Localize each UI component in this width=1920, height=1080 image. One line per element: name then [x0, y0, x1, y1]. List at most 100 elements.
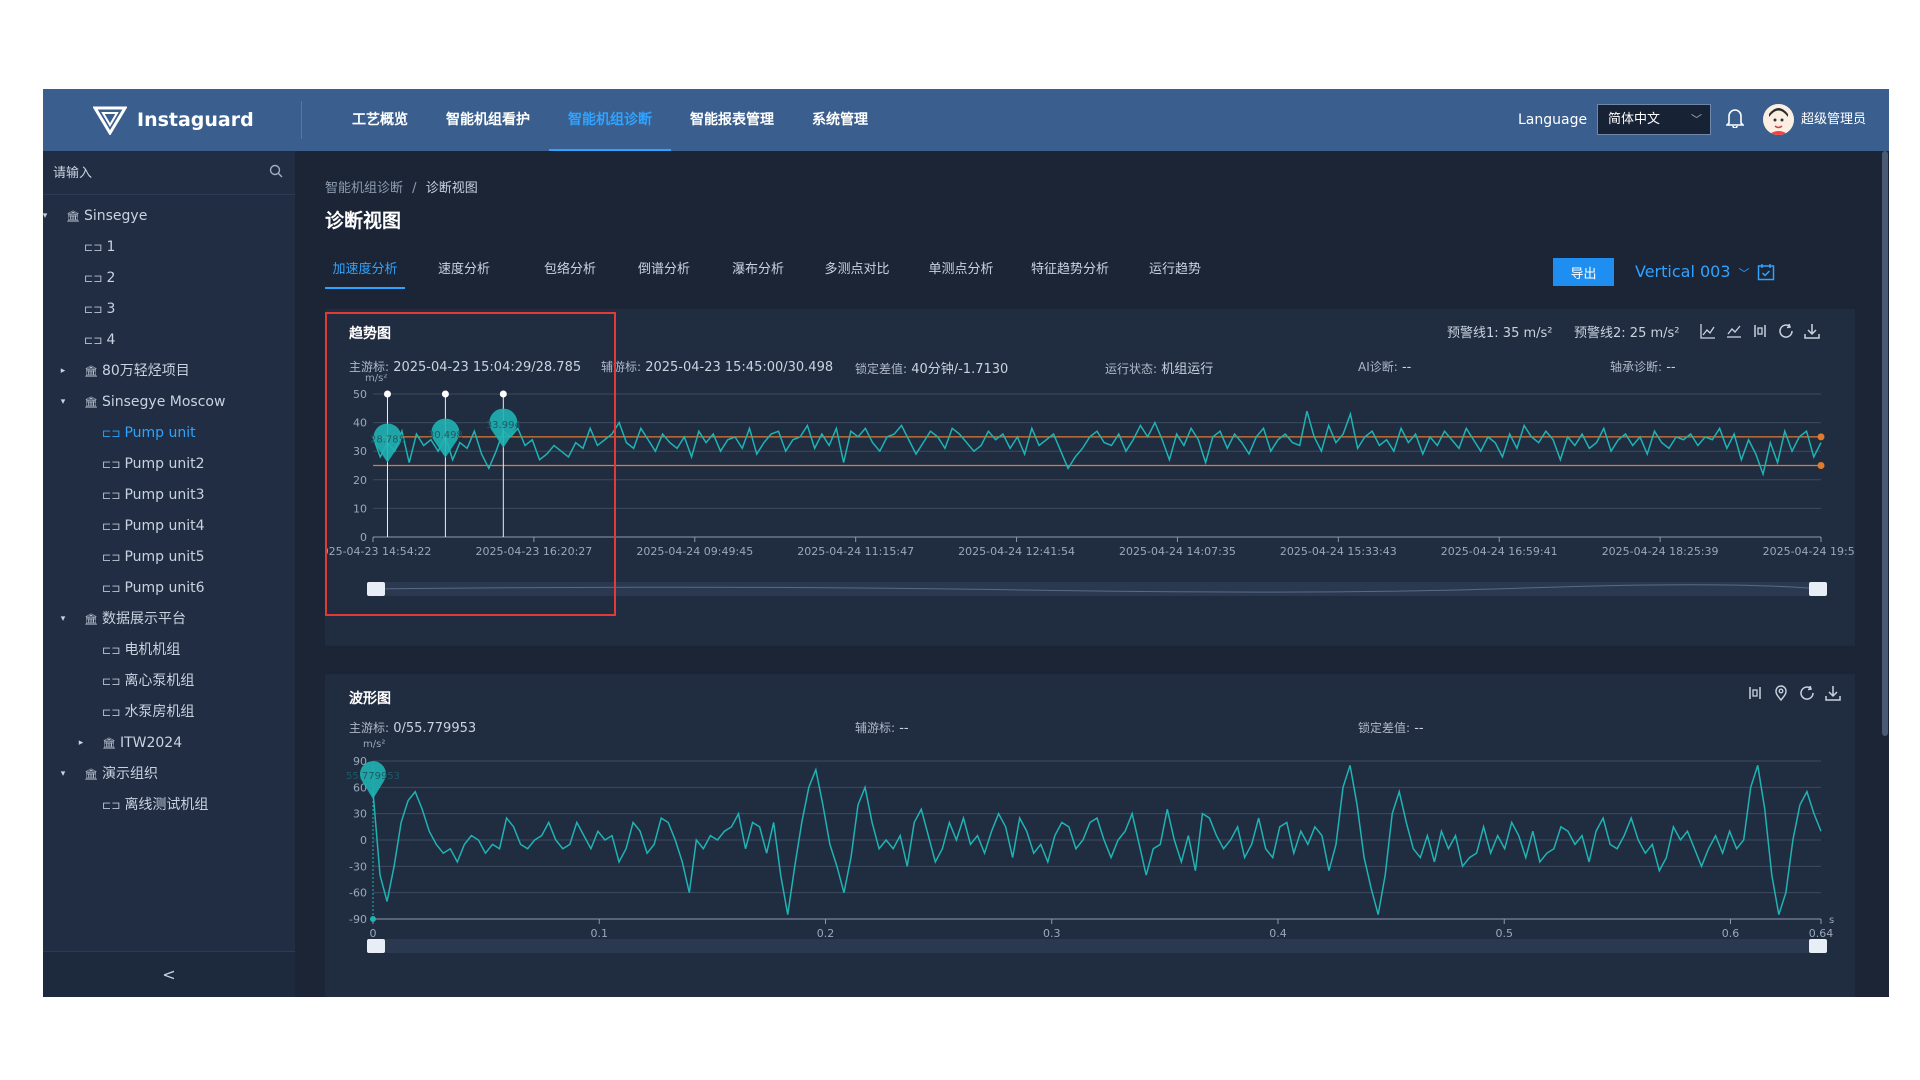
- tree-item[interactable]: ▸ 🏛 80万轻烃项目: [43, 356, 295, 387]
- x-tick-label: 2025-04-24 11:15:47: [797, 545, 914, 558]
- tree-item-content: ⊏⊐ Pump unit: [102, 418, 196, 449]
- waveform-chart[interactable]: m/s²-90-60-3003060900 0.1 0.2 0.3 0.4 0.5 0.6 0…: [325, 739, 1855, 997]
- trend-line-icon[interactable]: [1726, 323, 1742, 339]
- y-tick-label: -30: [349, 860, 367, 873]
- tree-item[interactable]: ⊏⊐ Pump unit: [43, 418, 295, 449]
- caret-down-icon[interactable]: ▾: [43, 201, 51, 232]
- trend-aux-cursor: 辅游标: 2025-04-23 15:45:00/30.498: [601, 358, 833, 375]
- tree-item-content: 🏛 80万轻烃项目: [84, 356, 190, 387]
- refresh-icon[interactable]: [1778, 323, 1794, 339]
- sidebar-search: [43, 151, 295, 195]
- waveform-panel: 波形图 主游标: 0/55.779953 辅游标: -- 锁定差值: -- m/…: [325, 674, 1855, 997]
- tree-item[interactable]: ⊏⊐ 离线测试机组: [43, 790, 295, 821]
- tab-5[interactable]: 瀑布分析: [711, 257, 805, 289]
- tab-7[interactable]: 单测点分析: [909, 257, 1013, 289]
- tree-item[interactable]: ⊏⊐ 3: [43, 294, 295, 325]
- tree-item[interactable]: ⊏⊐ 水泵房机组: [43, 697, 295, 728]
- tab-1[interactable]: 加速度分析: [325, 257, 405, 289]
- page-scrollbar-thumb[interactable]: [1882, 151, 1888, 736]
- tree-item[interactable]: ⊏⊐ Pump unit5: [43, 542, 295, 573]
- sidebar-collapse-button[interactable]: <: [43, 951, 295, 997]
- caret-down-icon[interactable]: ▾: [57, 604, 69, 635]
- tree-item[interactable]: ⊏⊐ Pump unit2: [43, 449, 295, 480]
- bearing-diagnosis-value: --: [1666, 360, 1676, 375]
- tree-item-content: ⊏⊐ 1: [84, 232, 115, 263]
- tab-3[interactable]: 包络分析: [523, 257, 617, 289]
- tree-item[interactable]: ⊏⊐ 离心泵机组: [43, 666, 295, 697]
- tree-item[interactable]: ▾ 🏛 数据展示平台: [43, 604, 295, 635]
- caret-down-icon[interactable]: ▾: [57, 387, 69, 418]
- tree-item-content: ⊏⊐ Pump unit5: [102, 542, 205, 573]
- tab-4[interactable]: 倒谱分析: [617, 257, 711, 289]
- machine-icon: ⊏⊐: [102, 489, 121, 502]
- language-select[interactable]: 简体中文 ﹀: [1597, 104, 1711, 135]
- tree-item[interactable]: ▾ 🏛 演示组织: [43, 759, 295, 790]
- search-input[interactable]: [53, 161, 253, 185]
- main-content: 智能机组诊断 / 诊断视图 诊断视图 加速度分析 速度分析 包络分析 倒谱分析 瀑布分析…: [295, 151, 1889, 997]
- logo-divider: [301, 101, 302, 139]
- tree-item-label: 4: [106, 332, 116, 348]
- nav-item-5[interactable]: 系统管理: [793, 89, 887, 151]
- tab-8[interactable]: 特征趋势分析: [1013, 257, 1127, 289]
- download-icon[interactable]: [1825, 685, 1841, 701]
- avatar[interactable]: [1763, 104, 1794, 135]
- sidebar: ▾🏛Sinsegye⊏⊐1⊏⊐2⊏⊐3⊏⊐4▸🏛80万轻烃项目▾🏛Sinsegy…: [43, 151, 295, 997]
- bell-icon[interactable]: [1726, 108, 1744, 128]
- tree-item[interactable]: ⊏⊐ Pump unit3: [43, 480, 295, 511]
- user-name[interactable]: 超级管理员: [1801, 89, 1866, 151]
- tree-item[interactable]: ⊏⊐ Pump unit4: [43, 511, 295, 542]
- tab-2[interactable]: 速度分析: [405, 257, 523, 289]
- tree-item-label: Sinsegye: [83, 208, 148, 224]
- line-chart-icon[interactable]: [1700, 323, 1716, 339]
- nav-item-3[interactable]: 智能机组诊断: [549, 89, 671, 151]
- warning-line-2-value: 25 m/s²: [1629, 326, 1680, 341]
- ai-diagnosis: AI诊断: --: [1358, 358, 1411, 375]
- tree-item-label: Pump unit5: [124, 549, 205, 565]
- tree-item-content: ⊏⊐ 水泵房机组: [102, 697, 194, 728]
- tree-item-content: ⊏⊐ 离心泵机组: [102, 666, 194, 697]
- tree-item[interactable]: ⊏⊐ Pump unit6: [43, 573, 295, 604]
- tree-item[interactable]: ▾ 🏛 Sinsegye Moscow: [43, 387, 295, 418]
- warning-line-2: 预警线2: 25 m/s²: [1574, 322, 1680, 341]
- tree-item[interactable]: ▸ 🏛 ITW2024: [43, 728, 295, 759]
- caret-down-icon[interactable]: ▾: [57, 759, 69, 790]
- tree-item-content: ⊏⊐ Pump unit6: [102, 573, 205, 604]
- nav-item-2[interactable]: 智能机组看护: [427, 89, 549, 151]
- export-button[interactable]: 导出: [1553, 258, 1614, 286]
- x-tick-label: 0.64: [1809, 927, 1834, 940]
- calendar-icon[interactable]: [1757, 263, 1775, 281]
- cursor-bars-icon[interactable]: [1752, 323, 1768, 339]
- user-avatar-icon: [1763, 104, 1794, 135]
- cursor-bars-icon[interactable]: [1747, 685, 1763, 701]
- nav-item-4[interactable]: 智能报表管理: [671, 89, 793, 151]
- trend-aux-cursor-value: 2025-04-23 15:45:00/30.498: [645, 360, 834, 375]
- device-select-value: Vertical 003: [1635, 262, 1731, 281]
- location-pin-icon[interactable]: [1773, 685, 1789, 701]
- tab-9[interactable]: 运行趋势: [1127, 257, 1223, 289]
- tree-item-content: ⊏⊐ 3: [84, 294, 115, 325]
- caret-right-icon[interactable]: ▸: [75, 728, 87, 759]
- analysis-tabs: 加速度分析 速度分析 包络分析 倒谱分析 瀑布分析 多测点对比 单测点分析 特征趋势分析 运行趋…: [325, 257, 1223, 289]
- search-icon[interactable]: [269, 164, 283, 178]
- tree-item-label: ITW2024: [119, 735, 183, 751]
- tree-item-label: 1: [106, 239, 116, 255]
- tree-item-content: 🏛 ITW2024: [102, 728, 182, 759]
- caret-right-icon[interactable]: ▸: [57, 356, 69, 387]
- tree-item-label: 水泵房机组: [124, 704, 195, 720]
- tree-item[interactable]: ⊏⊐ 1: [43, 232, 295, 263]
- wave-aux-cursor-label: 辅游标:: [855, 721, 896, 735]
- tree-item[interactable]: ⊏⊐ 电机机组: [43, 635, 295, 666]
- machine-icon: ⊏⊐: [102, 520, 121, 533]
- refresh-icon[interactable]: [1799, 685, 1815, 701]
- tree-item-content: ⊏⊐ Pump unit3: [102, 480, 205, 511]
- tree-item[interactable]: ⊏⊐ 2: [43, 263, 295, 294]
- tab-6[interactable]: 多测点对比: [805, 257, 909, 289]
- breadcrumb-parent[interactable]: 智能机组诊断: [325, 181, 403, 196]
- tree-item[interactable]: ⊏⊐ 4: [43, 325, 295, 356]
- download-icon[interactable]: [1804, 323, 1820, 339]
- logo[interactable]: Instaguard: [93, 103, 254, 137]
- device-select[interactable]: Vertical 003 ﹀: [1635, 257, 1750, 289]
- breadcrumb: 智能机组诊断 / 诊断视图: [325, 177, 478, 196]
- tree-item[interactable]: ▾ 🏛 Sinsegye: [43, 201, 295, 232]
- nav-item-1[interactable]: 工艺概览: [333, 89, 427, 151]
